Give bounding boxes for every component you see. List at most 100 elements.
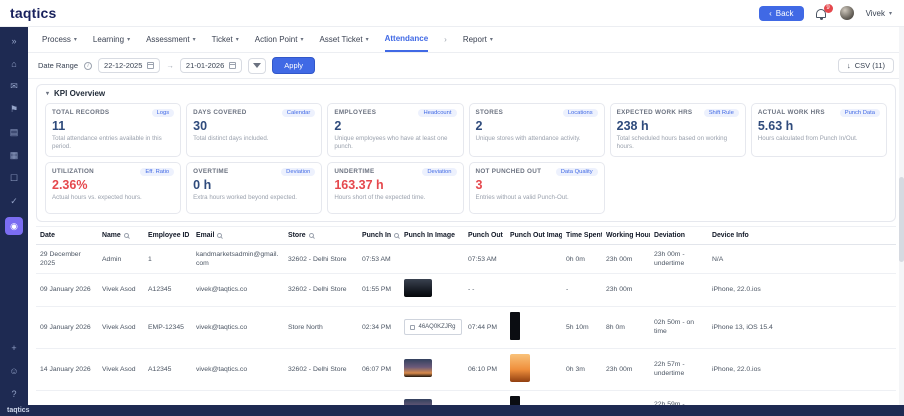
tab-process[interactable]: Process ▾ (42, 27, 77, 52)
avatar[interactable] (840, 6, 854, 20)
scrollbar-thumb[interactable] (899, 177, 904, 262)
notifications-button[interactable]: 9 (816, 7, 828, 20)
column-header-deviation[interactable]: Deviation (650, 227, 708, 245)
footer-brand: taqtics (7, 407, 30, 414)
reports-icon[interactable]: ▤ (5, 125, 23, 140)
tab-asset-ticket[interactable]: Asset Ticket ▾ (319, 27, 368, 52)
cell-store: 32602 - Delhi Store (284, 245, 358, 274)
end-date-input[interactable]: 21-01-2026 (180, 58, 242, 73)
table-row[interactable]: 29 December 2025 Admin 1 kandmarketsadmi… (36, 245, 896, 274)
kpi-value: 238 h (617, 119, 739, 133)
tab-report[interactable]: Report ▾ (463, 27, 493, 52)
cell-punch-in-image (400, 245, 464, 274)
column-header-punch-out-image[interactable]: Punch Out Image (506, 227, 562, 245)
column-header-punch-out[interactable]: Punch Out (464, 227, 506, 245)
tab-assessment[interactable]: Assessment ▾ (146, 27, 196, 52)
column-header-name[interactable]: Name (98, 227, 144, 245)
punch-in-image-broken[interactable]: 46AQ0KZJRg (404, 319, 462, 335)
column-header-email[interactable]: Email (192, 227, 284, 245)
kpi-title: DAYS COVERED (193, 109, 246, 116)
user-menu[interactable]: Vivek ▾ (866, 9, 892, 18)
tab-learning[interactable]: Learning ▾ (93, 27, 130, 52)
column-header-date[interactable]: Date (36, 227, 98, 245)
cell-date: 14 January 2026 (36, 390, 98, 405)
attendance-icon[interactable]: ◉ (5, 217, 23, 235)
cell-email: vivek@taqtics.co (192, 306, 284, 348)
search-icon[interactable] (309, 233, 314, 238)
column-header-device-info[interactable]: Device Info (708, 227, 896, 245)
assets-icon[interactable]: ☐ (5, 171, 23, 186)
table-row[interactable]: 09 January 2026 Vivek Asod EMP-12345 viv… (36, 306, 896, 348)
kpi-description: Actual hours vs. expected hours. (52, 194, 174, 202)
column-header-punch-in-image[interactable]: Punch In Image (400, 227, 464, 245)
tab-attendance[interactable]: Attendance (385, 27, 429, 52)
table-row[interactable]: 14 January 2026 Vivek Asod A12345 vivek@… (36, 390, 896, 405)
kpi-title: OVERTIME (193, 168, 228, 175)
cell-email: vivek@taqtics.co (192, 390, 284, 405)
kpi-title: NOT PUNCHED OUT (476, 168, 542, 175)
search-icon[interactable] (124, 233, 129, 238)
kpi-overview-header[interactable]: ▾ KPI Overview (37, 85, 895, 100)
kpi-badge: Deviation (422, 168, 456, 176)
chevron-down-icon: ▾ (300, 36, 303, 43)
tasks-icon[interactable]: ✓ (5, 194, 23, 209)
breadcrumb-separator: › (444, 27, 447, 52)
cell-punch-out: - - (464, 274, 506, 306)
messages-icon[interactable]: ✉ (5, 79, 23, 94)
search-icon[interactable] (217, 233, 222, 238)
column-header-time-spent[interactable]: Time Spent (562, 227, 602, 245)
kpi-title: ACTUAL WORK HRS (758, 109, 825, 116)
search-icon[interactable] (394, 233, 399, 238)
cell-device-info: iPhone, 22.0.ios (708, 274, 896, 306)
kpi-description: Unique stores with attendance activity. (476, 135, 598, 143)
filter-button[interactable] (248, 58, 266, 74)
kpi-card-employees: EMPLOYEES Headcount 2 Unique employees w… (327, 103, 463, 157)
cell-time-spent: 0h 3m (562, 348, 602, 390)
table-row[interactable]: 14 January 2026 Vivek Asod A12345 vivek@… (36, 348, 896, 390)
kpi-description: Entries without a valid Punch-Out. (476, 194, 598, 202)
column-header-working-hours[interactable]: Working Hours (602, 227, 650, 245)
cell-name: Vivek Asod (98, 274, 144, 306)
cell-name: Vivek Asod (98, 306, 144, 348)
punch-in-image-thumbnail[interactable] (404, 359, 432, 377)
start-date-input[interactable]: 22-12-2025 (98, 58, 160, 73)
cell-deviation: 23h 00m - undertime (650, 245, 708, 274)
kpi-title: EXPECTED WORK HRS (617, 109, 693, 116)
back-button[interactable]: ‹ Back (759, 6, 803, 21)
flag-icon[interactable]: ⚑ (5, 102, 23, 117)
cell-employee-id: A12345 (144, 348, 192, 390)
csv-export-button[interactable]: ↓ CSV (11) (838, 58, 894, 73)
cell-store: 32602 - Delhi Store (284, 390, 358, 405)
column-header-employee-id[interactable]: Employee ID (144, 227, 192, 245)
tab-ticket[interactable]: Ticket ▾ (212, 27, 239, 52)
sidebar-expand-icon[interactable]: » (5, 33, 23, 48)
apply-button[interactable]: Apply (272, 57, 315, 74)
add-icon[interactable]: + (5, 340, 23, 355)
column-header-punch-in[interactable]: Punch In (358, 227, 400, 245)
cell-punch-out: 06:10 PM (464, 348, 506, 390)
cell-punch-in-image (400, 348, 464, 390)
cell-punch-out-image (506, 306, 562, 348)
tab-action-point[interactable]: Action Point ▾ (255, 27, 304, 52)
cell-punch-out: 07:53 AM (464, 245, 506, 274)
punch-in-image-thumbnail[interactable] (404, 399, 432, 405)
kpi-value: 5.63 h (758, 119, 880, 133)
table-row[interactable]: 09 January 2026 Vivek Asod A12345 vivek@… (36, 274, 896, 306)
calendar-icon[interactable]: ▦ (5, 148, 23, 163)
cell-time-spent: 0h 1m (562, 390, 602, 405)
cell-date: 09 January 2026 (36, 306, 98, 348)
taqtics-logo: taqtics (10, 5, 57, 21)
punch-in-image-thumbnail[interactable] (404, 279, 432, 297)
cell-employee-id: EMP-12345 (144, 306, 192, 348)
main-content: Process ▾ Learning ▾ Assessment ▾ Ticket… (28, 27, 904, 405)
home-icon[interactable]: ⌂ (5, 56, 23, 71)
punch-out-image-thumbnail[interactable] (510, 396, 520, 405)
vertical-scrollbar[interactable] (899, 27, 904, 405)
column-header-store[interactable]: Store (284, 227, 358, 245)
admin-icon[interactable]: ☺ (5, 363, 23, 378)
help-icon[interactable]: ? (5, 386, 23, 401)
punch-out-image-thumbnail[interactable] (510, 312, 520, 340)
punch-out-image-thumbnail[interactable] (510, 354, 530, 382)
kpi-value: 11 (52, 119, 174, 133)
cell-email: vivek@taqtics.co (192, 274, 284, 306)
